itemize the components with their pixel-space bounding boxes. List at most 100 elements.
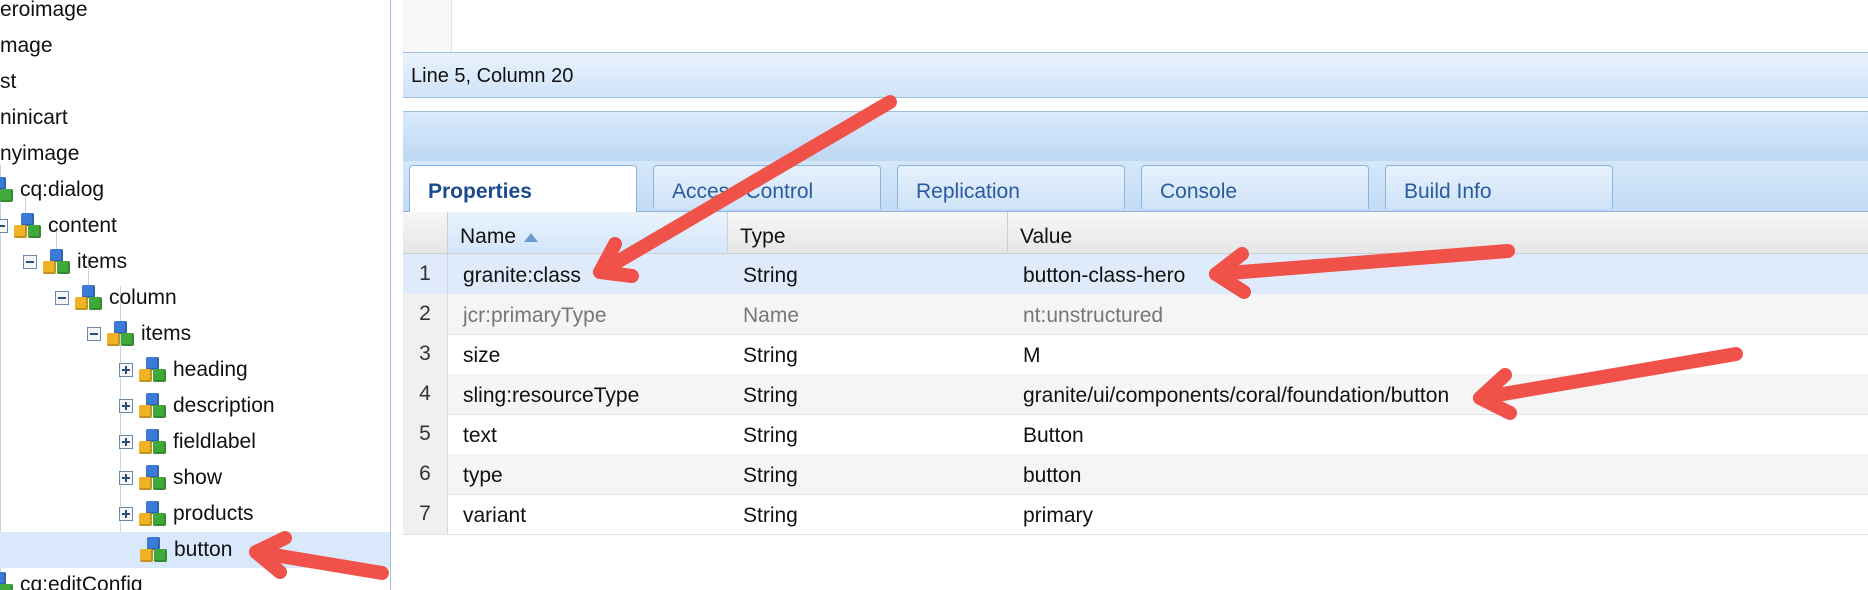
expand-plus-icon[interactable] [119, 471, 133, 485]
cubes-node-icon [0, 177, 14, 203]
property-name: granite:class [463, 264, 581, 287]
cubes-node-icon [139, 429, 167, 455]
tab-build-info[interactable]: Build Info [1385, 165, 1613, 209]
code-editor[interactable] [403, 0, 1868, 53]
table-row[interactable]: 2 jcr:primaryType Name nt:unstructured [403, 294, 1868, 335]
tree-item-description[interactable]: description [119, 391, 275, 421]
property-type: String [743, 464, 798, 487]
property-type: String [743, 384, 798, 407]
tree-item-items-inner[interactable]: items [87, 319, 191, 349]
cubes-node-icon [139, 501, 167, 527]
tree-item-products[interactable]: products [119, 499, 254, 529]
tree-item-label: cq:dialog [20, 178, 105, 201]
property-value: button-class-hero [1023, 264, 1186, 287]
property-value: nt:unstructured [1023, 304, 1164, 327]
column-header-label: Name [460, 225, 517, 248]
property-value: Button [1023, 424, 1084, 447]
cubes-node-icon [75, 285, 103, 311]
property-name: variant [463, 504, 527, 527]
tree-item-label: nyimage [0, 142, 80, 165]
tree-item-image[interactable]: mage [0, 31, 53, 61]
tree-item-heading[interactable]: heading [119, 355, 248, 385]
column-header-type[interactable]: Type [727, 212, 1007, 254]
tree-item-content[interactable]: content [0, 211, 117, 241]
editor-gutter [403, 0, 452, 52]
cubes-node-icon [107, 321, 135, 347]
property-name: sling:resourceType [463, 384, 640, 407]
property-type: String [743, 264, 798, 287]
cubes-node-icon [14, 213, 42, 239]
tab-strip: Properties Access Control Replication Co… [403, 161, 1868, 212]
tab-replication[interactable]: Replication [897, 165, 1125, 209]
sort-asc-icon [524, 232, 539, 242]
column-header-name[interactable]: Name [447, 212, 727, 254]
table-row[interactable]: 4 sling:resourceType String granite/ui/c… [403, 374, 1868, 415]
tab-access-control[interactable]: Access Control [653, 165, 881, 209]
tree-item-label: show [173, 466, 223, 489]
collapse-minus-icon[interactable] [0, 219, 8, 233]
tree-item-label: fieldlabel [173, 430, 256, 453]
collapse-minus-icon[interactable] [87, 327, 101, 341]
cubes-node-icon [43, 249, 71, 275]
expand-plus-icon[interactable] [119, 507, 133, 521]
row-number: 6 [403, 454, 448, 494]
tree-item-cq-dialog[interactable]: cq:dialog [0, 175, 104, 205]
tab-console[interactable]: Console [1141, 165, 1369, 209]
tree-item-label: eroimage [0, 0, 88, 21]
properties-panel-header [403, 111, 1868, 162]
property-name: size [463, 344, 501, 367]
tree-item-label: st [0, 70, 17, 93]
table-row[interactable]: 3 size String M [403, 334, 1868, 375]
column-header-label: Value [1020, 225, 1073, 248]
expand-plus-icon[interactable] [119, 435, 133, 449]
content-tree: eroimage mage st ninicart nyimage cq:dia… [0, 0, 391, 590]
tree-item-label: ninicart [0, 106, 68, 129]
tree-item-label: heading [173, 358, 248, 381]
row-number: 1 [403, 254, 448, 294]
tree-item-minicart[interactable]: ninicart [0, 103, 68, 133]
tree-item-items[interactable]: items [23, 247, 127, 277]
table-row[interactable]: 5 text String Button [403, 414, 1868, 455]
row-number: 7 [403, 494, 448, 534]
cubes-node-icon [139, 393, 167, 419]
editor-status-bar: Line 5, Column 20 [403, 53, 1868, 98]
cubes-node-icon [0, 572, 14, 590]
row-number: 2 [403, 294, 448, 334]
property-value: M [1023, 344, 1041, 367]
property-value: primary [1023, 504, 1094, 527]
property-type: String [743, 344, 798, 367]
tree-item-heroimage[interactable]: eroimage [0, 0, 88, 25]
tree-item-cq-editconfig[interactable]: cq:editConfig [0, 570, 143, 590]
tree-item-label: cq:editConfig [20, 573, 143, 590]
expand-plus-icon[interactable] [119, 399, 133, 413]
tree-item-label: content [48, 214, 117, 237]
tab-properties[interactable]: Properties [409, 165, 637, 212]
column-header-value[interactable]: Value [1007, 212, 1868, 254]
property-type: Name [743, 304, 800, 327]
tree-item-column[interactable]: column [55, 283, 177, 313]
property-name: jcr:primaryType [463, 304, 607, 327]
cubes-node-icon [139, 357, 167, 383]
tree-item-list[interactable]: st [0, 67, 16, 97]
tree-item-button[interactable]: button [0, 532, 390, 568]
property-type: String [743, 504, 798, 527]
column-header-label: Type [740, 225, 786, 248]
cursor-position: Line 5, Column 20 [411, 65, 574, 87]
table-row[interactable]: 7 variant String primary [403, 494, 1868, 535]
tree-item-myimage[interactable]: nyimage [0, 139, 79, 169]
row-number: 4 [403, 374, 448, 414]
cubes-node-icon [140, 537, 168, 563]
collapse-minus-icon[interactable] [23, 255, 37, 269]
tree-item-label: products [173, 502, 254, 525]
table-row[interactable]: 1 granite:class String button-class-hero [403, 254, 1868, 295]
tree-item-label: items [77, 250, 128, 273]
tree-item-label: button [174, 538, 233, 561]
table-row[interactable]: 6 type String button [403, 454, 1868, 495]
cubes-node-icon [139, 465, 167, 491]
tree-item-label: column [109, 286, 177, 309]
expand-plus-icon[interactable] [119, 363, 133, 377]
property-value: granite/ui/components/coral/foundation/b… [1023, 384, 1450, 407]
collapse-minus-icon[interactable] [55, 291, 69, 305]
tree-item-show[interactable]: show [119, 463, 222, 493]
tree-item-fieldlabel[interactable]: fieldlabel [119, 427, 256, 457]
